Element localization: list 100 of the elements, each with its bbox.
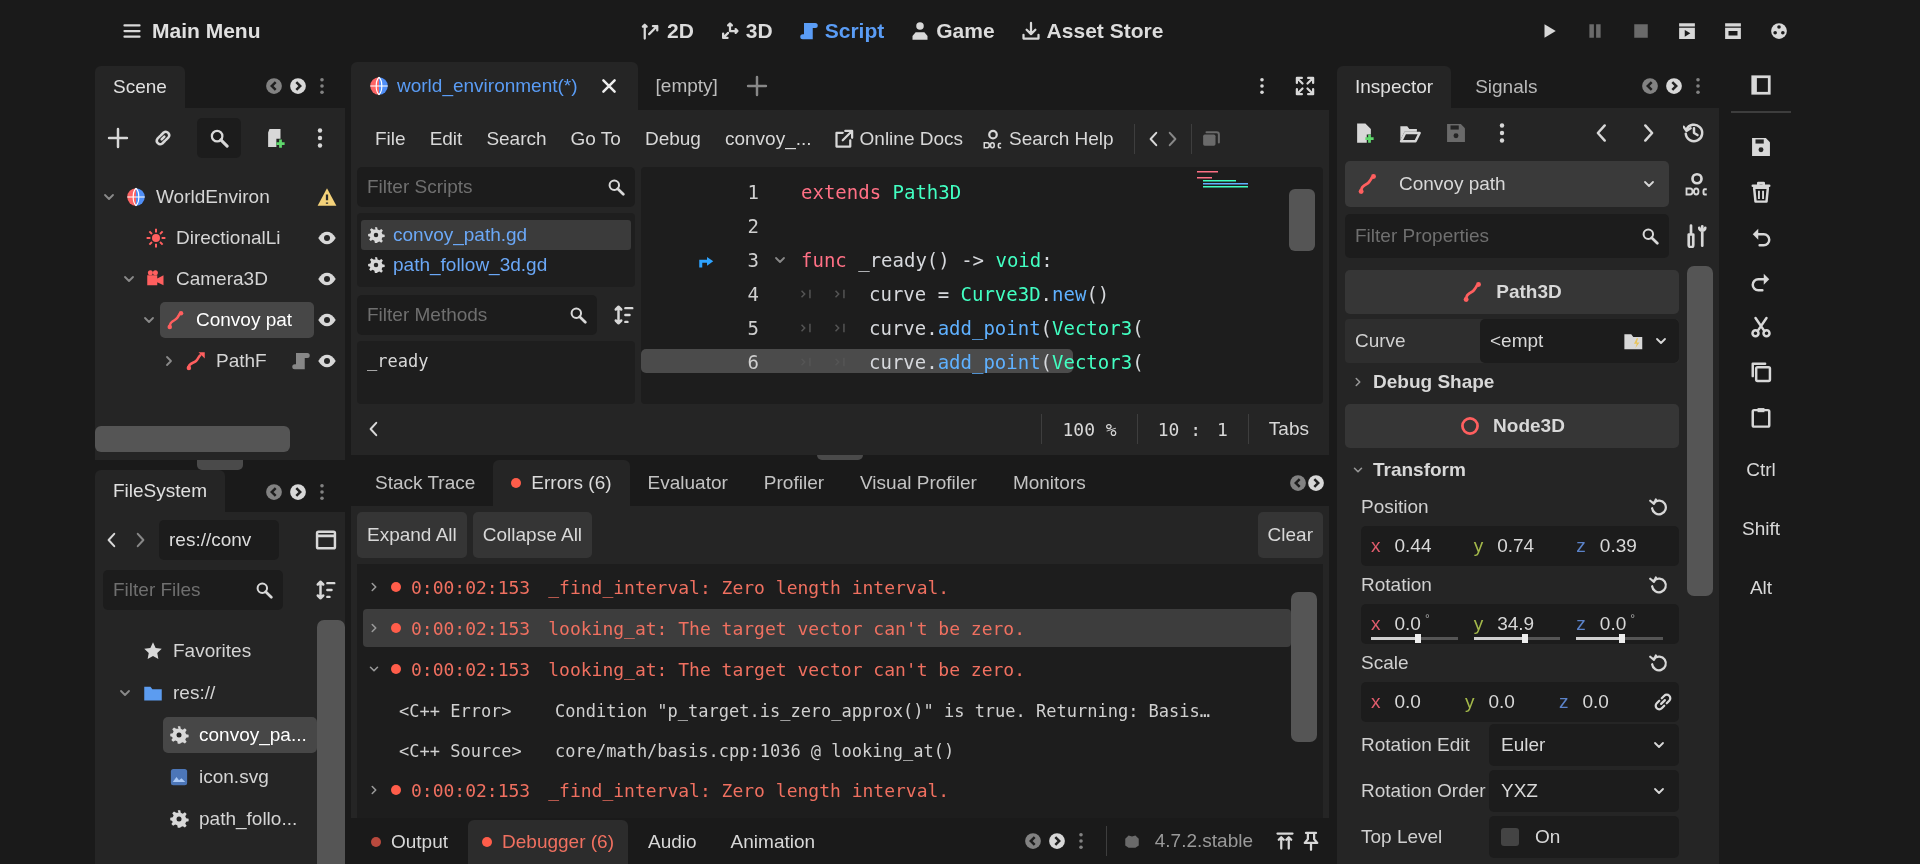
- menu-item[interactable]: Debug: [632, 118, 713, 159]
- add-tab-icon[interactable]: [745, 75, 768, 97]
- windows-icon[interactable]: [1201, 129, 1220, 148]
- tree-item[interactable]: Camera3D: [140, 260, 314, 297]
- stop-icon[interactable]: [1632, 22, 1650, 40]
- redo-icon[interactable]: [1750, 271, 1772, 293]
- delete-icon[interactable]: [1750, 181, 1772, 203]
- clear-button[interactable]: Clear: [1257, 512, 1323, 558]
- paste-icon[interactable]: [1750, 406, 1772, 428]
- error-row[interactable]: 0:00:02:153 looking_at: The target vector can't be zero.: [363, 650, 1291, 688]
- next-icon[interactable]: [1307, 474, 1325, 492]
- previous-icon[interactable]: [265, 77, 283, 95]
- copy-icon[interactable]: [1750, 361, 1772, 383]
- dock-tab[interactable]: Inspector: [1337, 66, 1452, 108]
- workspace-tab[interactable]: 2D: [641, 11, 694, 51]
- expand-panel-icon[interactable]: [1275, 831, 1295, 851]
- previous-icon[interactable]: [265, 483, 283, 501]
- sort-icon[interactable]: [315, 579, 337, 601]
- help-link[interactable]: Search Help: [973, 118, 1124, 159]
- version-label[interactable]: 4.7.2.stable: [1154, 830, 1253, 852]
- number-field[interactable]: y 34.9: [1473, 604, 1571, 644]
- filesystem-entry[interactable]: icon.svg: [163, 759, 317, 795]
- pause-icon[interactable]: [1586, 22, 1604, 40]
- menu-item[interactable]: File: [363, 118, 418, 159]
- script-item[interactable]: path_follow_3d.gd: [361, 250, 631, 281]
- filter-field[interactable]: Filter Files: [103, 570, 283, 610]
- workspace-tab[interactable]: 3D: [719, 11, 773, 51]
- error-row[interactable]: 0:00:02:153 looking_at: The target vector can't be zero.: [363, 609, 1291, 647]
- main-menu-button[interactable]: Main Menu: [122, 11, 261, 51]
- scrollbar[interactable]: [95, 426, 290, 452]
- toolbar-button[interactable]: Expand All: [357, 512, 467, 558]
- next-icon[interactable]: [289, 77, 307, 95]
- scrollbar[interactable]: [1291, 592, 1317, 742]
- search-button[interactable]: [197, 118, 241, 158]
- previous-icon[interactable]: [1023, 832, 1042, 850]
- warning-icon[interactable]: [317, 186, 337, 207]
- workspace-tab[interactable]: Script: [798, 11, 885, 51]
- menu-item[interactable]: Edit: [417, 118, 475, 159]
- class-header[interactable]: Path3D: [1345, 270, 1679, 314]
- tree-item[interactable]: DirectionalLi: [140, 219, 314, 256]
- tools-icon[interactable]: [1685, 224, 1709, 248]
- filesystem-entry[interactable]: convoy_pa...: [163, 717, 317, 753]
- previous-icon[interactable]: [1641, 77, 1659, 95]
- fullscreen-icon[interactable]: [1295, 76, 1315, 96]
- script-item[interactable]: convoy_path.gd: [361, 220, 631, 251]
- history-icon[interactable]: [1683, 122, 1705, 144]
- debugger-tab[interactable]: Monitors: [994, 460, 1104, 506]
- doc-search-icon[interactable]: [1685, 172, 1709, 196]
- class-header[interactable]: Node3D: [1345, 404, 1679, 448]
- modifier-key[interactable]: Shift: [1742, 512, 1780, 546]
- number-field[interactable]: y 0.0: [1465, 682, 1553, 722]
- dropdown[interactable]: YXZ: [1489, 770, 1679, 812]
- menu-item[interactable]: convoy_...: [712, 118, 824, 159]
- close-icon[interactable]: [599, 77, 618, 95]
- document-tab[interactable]: world_environment(*): [351, 62, 638, 110]
- menu-item[interactable]: Search: [474, 118, 559, 159]
- tree-item[interactable]: WorldEnviron: [120, 178, 314, 215]
- bottom-panel-tab[interactable]: Debugger (6): [468, 820, 628, 864]
- number-field[interactable]: z 0.0 °: [1576, 604, 1673, 644]
- object-selector[interactable]: Convoy path: [1345, 161, 1669, 207]
- indent-mode[interactable]: Tabs: [1262, 418, 1315, 441]
- number-field[interactable]: x 0.0 °: [1371, 604, 1468, 644]
- number-field[interactable]: y 0.74: [1473, 526, 1571, 566]
- next-icon[interactable]: [289, 483, 307, 501]
- modifier-key[interactable]: Alt: [1749, 571, 1773, 605]
- toolbar-button[interactable]: Collapse All: [472, 512, 593, 558]
- error-row[interactable]: 0:00:02:153 _find_interval: Zero length interval.: [363, 771, 1291, 809]
- help-link[interactable]: Online Docs: [823, 118, 974, 159]
- debugger-tab[interactable]: Evaluator: [629, 460, 746, 506]
- scrollbar[interactable]: [1687, 266, 1713, 596]
- debugger-tab[interactable]: Profiler: [745, 460, 843, 506]
- checkbox[interactable]: On: [1489, 816, 1679, 858]
- number-field[interactable]: z 0.39: [1576, 526, 1673, 566]
- pin-icon[interactable]: [1301, 831, 1321, 851]
- dock-tab[interactable]: Signals: [1457, 66, 1556, 108]
- document-tab[interactable]: [empty]: [637, 62, 738, 110]
- bottom-panel-tab[interactable]: Output: [357, 820, 463, 864]
- filter-field[interactable]: Filter Properties: [1345, 214, 1669, 258]
- split-handle[interactable]: [817, 455, 863, 460]
- save-icon[interactable]: [1750, 136, 1772, 158]
- modifier-key[interactable]: Ctrl: [1746, 453, 1776, 487]
- movie-maker-icon[interactable]: [1770, 22, 1788, 40]
- resource-picker[interactable]: <empt: [1480, 319, 1679, 363]
- scrollbar[interactable]: [317, 620, 345, 864]
- workspace-tab[interactable]: Game: [910, 11, 995, 51]
- menu-item[interactable]: Go To: [558, 118, 633, 159]
- filesystem-entry[interactable]: Favorites: [137, 633, 317, 669]
- split-handle[interactable]: [197, 460, 243, 470]
- dock-tab[interactable]: Scene: [95, 66, 185, 108]
- next-icon[interactable]: [1665, 77, 1683, 95]
- link-icon[interactable]: [1653, 692, 1673, 712]
- tree-item[interactable]: Convoy pat: [160, 301, 314, 338]
- reset-icon[interactable]: [1649, 575, 1669, 595]
- bottom-panel-tab[interactable]: Audio: [634, 820, 711, 864]
- play-scene-icon[interactable]: [1678, 22, 1696, 40]
- tree-item[interactable]: PathF: [180, 342, 288, 379]
- number-field[interactable]: x 0.0: [1371, 682, 1459, 722]
- reset-icon[interactable]: [1649, 497, 1669, 517]
- next-icon[interactable]: [1047, 832, 1066, 850]
- panel-toggle-icon[interactable]: [1750, 74, 1772, 96]
